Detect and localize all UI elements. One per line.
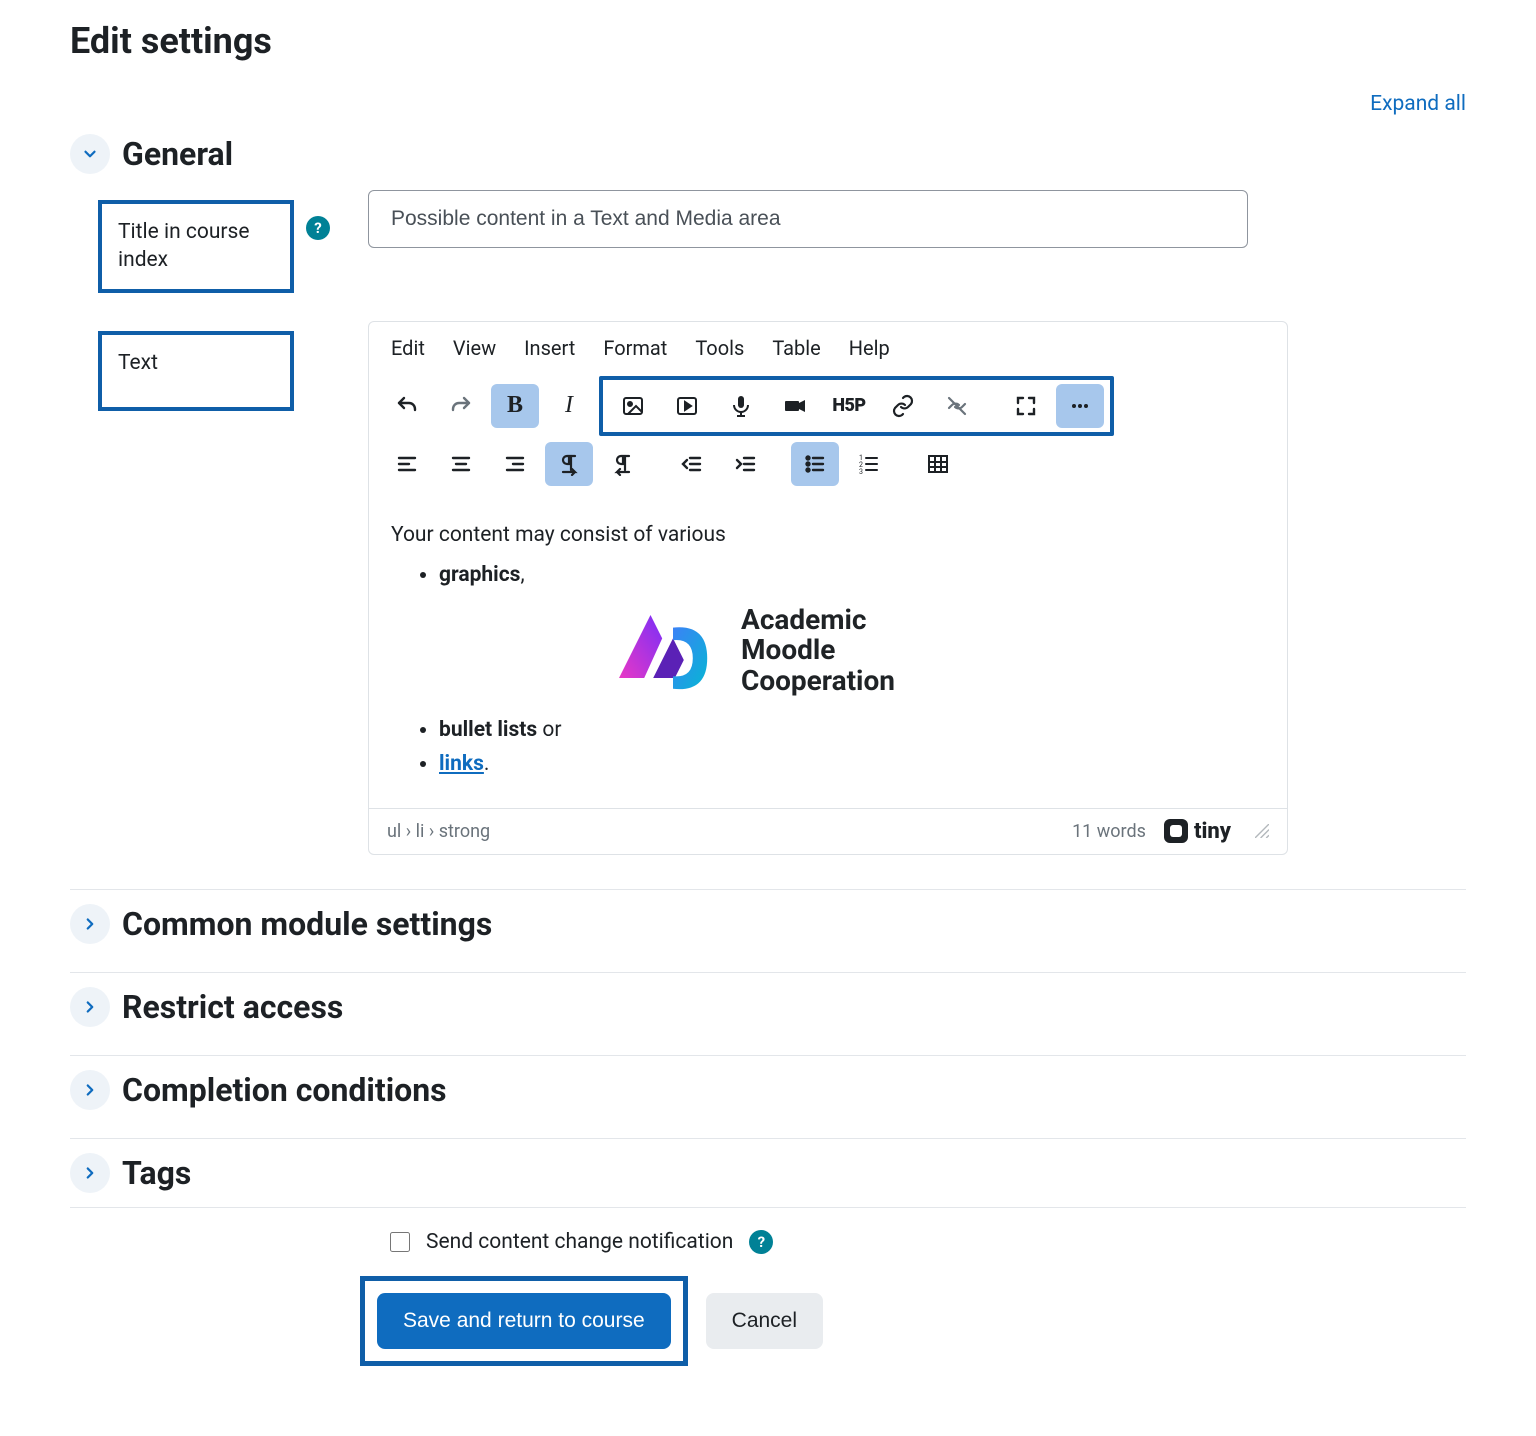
editor-statusbar: ul › li › strong 11 words tiny	[369, 808, 1287, 854]
editor-toolbar: B I	[369, 370, 1287, 502]
tiny-brand-text: tiny	[1194, 819, 1231, 844]
media-play-icon[interactable]	[663, 384, 711, 428]
notify-checkbox[interactable]	[390, 1232, 410, 1252]
section-header-restrict[interactable]: Restrict access	[70, 973, 1466, 1041]
section-title: Completion conditions	[122, 1071, 447, 1109]
chevron-down-icon[interactable]	[70, 134, 110, 174]
list-graphics: graphics	[439, 563, 520, 587]
label-text: Text	[98, 331, 294, 411]
logo-line: Moodle	[741, 635, 895, 666]
menu-format[interactable]: Format	[603, 336, 667, 360]
bullet-list-icon[interactable]	[791, 442, 839, 486]
menu-table[interactable]: Table	[772, 336, 820, 360]
video-camera-icon[interactable]	[771, 384, 819, 428]
expand-all-link[interactable]: Expand all	[1370, 92, 1466, 116]
element-path[interactable]: ul › li › strong	[387, 821, 490, 842]
chevron-right-icon[interactable]	[70, 987, 110, 1027]
h5p-button[interactable]: H5P	[825, 384, 873, 428]
resize-grip-icon[interactable]	[1255, 824, 1269, 838]
amc-logo: Academic Moodle Cooperation	[439, 591, 1265, 711]
image-icon[interactable]	[609, 384, 657, 428]
ltr-icon[interactable]	[545, 442, 593, 486]
redo-icon[interactable]	[437, 384, 485, 428]
bold-button[interactable]: B	[491, 384, 539, 428]
help-icon[interactable]: ?	[306, 216, 330, 240]
chevron-right-icon[interactable]	[70, 904, 110, 944]
link-icon[interactable]	[879, 384, 927, 428]
page-title: Edit settings	[70, 20, 1466, 62]
help-icon[interactable]: ?	[749, 1230, 773, 1254]
editor-content-area[interactable]: Your content may consist of various grap…	[369, 502, 1287, 808]
undo-icon[interactable]	[383, 384, 431, 428]
chevron-right-icon[interactable]	[70, 1070, 110, 1110]
svg-text:3: 3	[859, 468, 863, 476]
menu-edit[interactable]: Edit	[391, 336, 425, 360]
indent-icon[interactable]	[722, 442, 770, 486]
save-button[interactable]: Save and return to course	[377, 1293, 671, 1349]
section-header-general[interactable]: General	[70, 126, 1466, 182]
numbered-list-icon[interactable]: 123	[845, 442, 893, 486]
list-item: bullet lists or	[439, 715, 1265, 745]
list-bullet: bullet lists	[439, 718, 537, 742]
cancel-button[interactable]: Cancel	[706, 1293, 823, 1349]
row-title-in-index: Title in course index ?	[70, 182, 1466, 313]
section-header-common[interactable]: Common module settings	[70, 890, 1466, 958]
word-count: 11 words	[1072, 821, 1146, 842]
logo-line: Academic	[741, 605, 895, 636]
table-icon[interactable]	[914, 442, 962, 486]
tiny-branding[interactable]: tiny	[1164, 819, 1231, 844]
more-icon[interactable]	[1056, 384, 1104, 428]
actions-row: Save and return to course Cancel	[70, 1276, 1466, 1366]
notify-label: Send content change notification	[426, 1230, 733, 1254]
menu-view[interactable]: View	[453, 336, 496, 360]
editor-menubar: Edit View Insert Format Tools Table Help	[369, 322, 1287, 370]
save-highlight-box: Save and return to course	[360, 1276, 688, 1366]
section-title: Common module settings	[122, 905, 492, 943]
title-input[interactable]	[368, 190, 1248, 248]
tiny-logo-icon	[1164, 819, 1188, 843]
align-right-icon[interactable]	[491, 442, 539, 486]
section-header-completion[interactable]: Completion conditions	[70, 1056, 1466, 1124]
label-title-in-index: Title in course index	[98, 200, 294, 293]
section-title: Restrict access	[122, 988, 343, 1026]
menu-tools[interactable]: Tools	[695, 336, 744, 360]
outdent-icon[interactable]	[668, 442, 716, 486]
unlink-icon[interactable]	[933, 384, 981, 428]
list-item: links.	[439, 749, 1265, 779]
section-title: Tags	[122, 1154, 191, 1192]
rtl-icon[interactable]	[599, 442, 647, 486]
amc-logo-text: Academic Moodle Cooperation	[741, 605, 895, 697]
media-toolbar-highlight: H5P	[599, 376, 1114, 436]
list-item: graphics,	[439, 560, 1265, 711]
section-title: General	[122, 135, 233, 173]
row-text: Text Edit View Insert Format Tools Table…	[70, 313, 1466, 875]
list-links[interactable]: links	[439, 752, 484, 776]
rich-text-editor: Edit View Insert Format Tools Table Help	[368, 321, 1288, 855]
menu-help[interactable]: Help	[849, 336, 890, 360]
italic-button[interactable]: I	[545, 384, 593, 428]
list-suffix: .	[484, 752, 490, 776]
microphone-icon[interactable]	[717, 384, 765, 428]
content-intro-text: Your content may consist of various	[391, 520, 1265, 550]
menu-insert[interactable]: Insert	[524, 336, 575, 360]
list-suffix: ,	[520, 563, 524, 587]
amc-logo-mark	[609, 606, 719, 696]
section-header-tags[interactable]: Tags	[70, 1139, 1466, 1207]
list-suffix: or	[537, 718, 561, 742]
fullscreen-icon[interactable]	[1002, 384, 1050, 428]
chevron-right-icon[interactable]	[70, 1153, 110, 1193]
notify-row: Send content change notification ?	[70, 1208, 1466, 1276]
align-center-icon[interactable]	[437, 442, 485, 486]
logo-line: Cooperation	[741, 666, 895, 697]
align-left-icon[interactable]	[383, 442, 431, 486]
